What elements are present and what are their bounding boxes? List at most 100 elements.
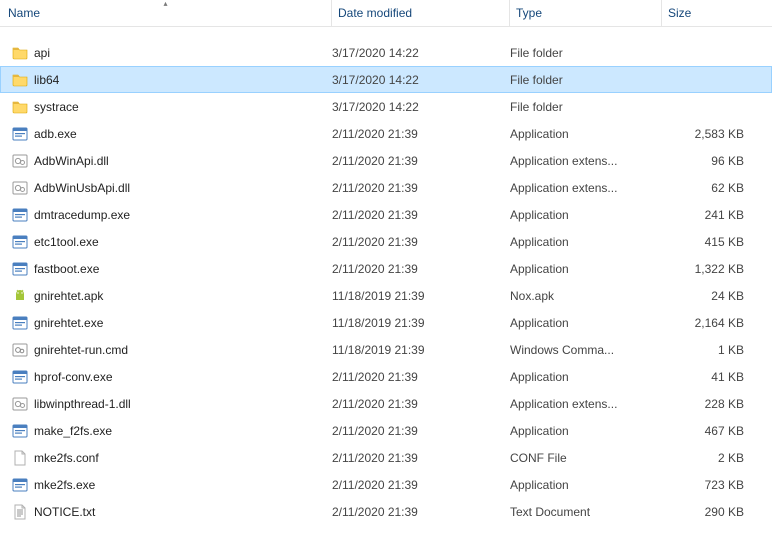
cell-date: 2/11/2020 21:39 [332, 478, 510, 492]
cell-size: 1,322 KB [662, 262, 750, 276]
cell-type: File folder [510, 73, 662, 87]
column-header-name-label: Name [8, 6, 40, 20]
cell-size: 415 KB [662, 235, 750, 249]
cell-name: gnirehtet-run.cmd [12, 342, 332, 358]
cell-date: 2/11/2020 21:39 [332, 370, 510, 384]
cell-type: Text Document [510, 505, 662, 519]
column-header-type[interactable]: Type [510, 0, 662, 26]
file-name-label: AdbWinApi.dll [34, 154, 109, 168]
file-name-label: NOTICE.txt [34, 505, 95, 519]
file-row[interactable]: mke2fs.conf2/11/2020 21:39CONF File2 KB [0, 444, 772, 471]
cell-type: Application extens... [510, 181, 662, 195]
cell-size: 1 KB [662, 343, 750, 357]
cell-name: lib64 [12, 72, 332, 88]
cell-type: Application [510, 316, 662, 330]
cell-date: 3/17/2020 14:22 [332, 46, 510, 60]
cell-date: 2/11/2020 21:39 [332, 127, 510, 141]
file-row[interactable]: libwinpthread-1.dll 2/11/2020 21:39Applic… [0, 390, 772, 417]
cell-type: Application extens... [510, 397, 662, 411]
file-name-label: etc1tool.exe [34, 235, 99, 249]
cell-name: gnirehtet.apk [12, 288, 332, 304]
application-icon [12, 234, 28, 250]
file-name-label: gnirehtet.apk [34, 289, 103, 303]
dll-icon [12, 396, 28, 412]
cell-type: Application [510, 370, 662, 384]
cell-size: 96 KB [662, 154, 750, 168]
cell-size: 41 KB [662, 370, 750, 384]
cell-name: AdbWinUsbApi.dll [12, 180, 332, 196]
column-header-date-label: Date modified [338, 6, 412, 20]
file-row[interactable]: systrace 3/17/2020 14:22File folder [0, 93, 772, 120]
cell-date: 2/11/2020 21:39 [332, 424, 510, 438]
cell-type: Application extens... [510, 154, 662, 168]
cell-size: 467 KB [662, 424, 750, 438]
cell-name: api [12, 45, 332, 61]
cell-name: hprof-conv.exe [12, 369, 332, 385]
file-row[interactable]: gnirehtet.apk11/18/2019 21:39Nox.apk24 K… [0, 282, 772, 309]
file-name-label: dmtracedump.exe [34, 208, 130, 222]
file-row[interactable]: lib64 3/17/2020 14:22File folder [0, 66, 772, 93]
cell-type: File folder [510, 100, 662, 114]
cell-name: adb.exe [12, 126, 332, 142]
application-icon [12, 207, 28, 223]
cell-date: 3/17/2020 14:22 [332, 73, 510, 87]
cell-size: 2,164 KB [662, 316, 750, 330]
file-row[interactable]: AdbWinApi.dll2/11/2020 21:39Application … [0, 147, 772, 174]
file-row[interactable]: gnirehtet-run.cmd11/18/2019 21:39Windows… [0, 336, 772, 363]
cell-date: 2/11/2020 21:39 [332, 397, 510, 411]
file-row[interactable]: make_f2fs.exe2/11/2020 21:39Application4… [0, 417, 772, 444]
column-header-date[interactable]: Date modified [332, 0, 510, 26]
file-name-label: lib64 [34, 73, 59, 87]
cell-type: Nox.apk [510, 289, 662, 303]
cell-name: libwinpthread-1.dll [12, 396, 332, 412]
cell-name: gnirehtet.exe [12, 315, 332, 331]
file-name-label: adb.exe [34, 127, 77, 141]
file-name-label: api [34, 46, 50, 60]
file-name-label: AdbWinUsbApi.dll [34, 181, 130, 195]
cell-size: 723 KB [662, 478, 750, 492]
cell-name: AdbWinApi.dll [12, 153, 332, 169]
file-name-label: make_f2fs.exe [34, 424, 112, 438]
file-name-label: gnirehtet.exe [34, 316, 103, 330]
cell-date: 2/11/2020 21:39 [332, 181, 510, 195]
file-row[interactable]: NOTICE.txt2/11/2020 21:39Text Document29… [0, 498, 772, 525]
cmd-icon [12, 342, 28, 358]
file-icon [12, 450, 28, 466]
file-row[interactable]: hprof-conv.exe 2/11/2020 21:39Application… [0, 363, 772, 390]
file-row[interactable]: etc1tool.exe2/11/2020 21:39Application41… [0, 228, 772, 255]
file-name-label: libwinpthread-1.dll [34, 397, 131, 411]
file-name-label: fastboot.exe [34, 262, 99, 276]
file-row[interactable]: gnirehtet.exe 11/18/2019 21:39Application… [0, 309, 772, 336]
column-header-name[interactable]: Name ▴ [0, 0, 332, 26]
file-name-label: systrace [34, 100, 79, 114]
cell-date: 3/17/2020 14:22 [332, 100, 510, 114]
file-row[interactable]: AdbWinUsbApi.dll 2/11/2020 21:39Applicati… [0, 174, 772, 201]
file-name-label: mke2fs.exe [34, 478, 95, 492]
cell-date: 11/18/2019 21:39 [332, 316, 510, 330]
cell-name: NOTICE.txt [12, 504, 332, 520]
sort-ascending-icon: ▴ [163, 0, 167, 8]
folder-icon [12, 72, 28, 88]
file-row[interactable]: dmtracedump.exe2/11/2020 21:39Applicatio… [0, 201, 772, 228]
cell-size: 2,583 KB [662, 127, 750, 141]
cell-date: 2/11/2020 21:39 [332, 208, 510, 222]
application-icon [12, 477, 28, 493]
column-header-size[interactable]: Size [662, 0, 758, 26]
cell-date: 2/11/2020 21:39 [332, 262, 510, 276]
apk-icon [12, 288, 28, 304]
cell-date: 2/11/2020 21:39 [332, 235, 510, 249]
file-row[interactable]: adb.exe2/11/2020 21:39Application2,583 K… [0, 120, 772, 147]
file-name-label: hprof-conv.exe [34, 370, 113, 384]
application-icon [12, 315, 28, 331]
file-row[interactable]: mke2fs.exe 2/11/2020 21:39Application723 … [0, 471, 772, 498]
cell-name: mke2fs.exe [12, 477, 332, 493]
file-row[interactable]: fastboot.exe2/11/2020 21:39Application1,… [0, 255, 772, 282]
file-row[interactable]: api 3/17/2020 14:22File folder [0, 39, 772, 66]
column-header-type-label: Type [516, 6, 542, 20]
dll-icon [12, 180, 28, 196]
cell-type: Application [510, 478, 662, 492]
file-rows: api3/17/2020 14:22File folderlib643/17/2… [0, 27, 772, 525]
column-header-size-label: Size [668, 6, 691, 20]
cell-type: File folder [510, 46, 662, 60]
column-header-row: Name ▴ Date modified Type Size [0, 0, 772, 27]
